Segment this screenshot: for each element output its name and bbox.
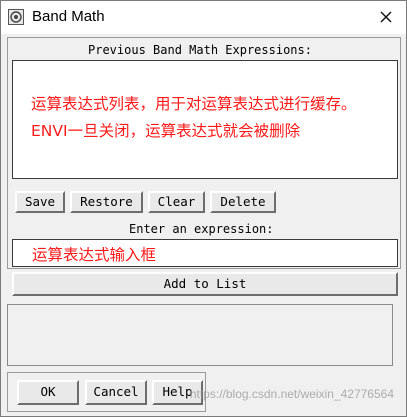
expression-input[interactable]: 运算表达式输入框 <box>12 239 398 267</box>
restore-button[interactable]: Restore <box>70 191 143 213</box>
save-button[interactable]: Save <box>15 191 65 213</box>
band-math-dialog: Band Math Previous Band Math Expressions… <box>0 0 407 417</box>
clear-button[interactable]: Clear <box>148 191 205 213</box>
cancel-button[interactable]: Cancel <box>85 380 147 405</box>
expression-list-annotation: 运算表达式列表，用于对运算表达式进行缓存。ENVI一旦关闭，运算表达式就会被删除 <box>31 95 357 140</box>
expression-input-annotation: 运算表达式输入框 <box>32 246 157 264</box>
watermark: https://blog.csdn.net/weixin_42776564 <box>189 387 394 401</box>
title-bar[interactable]: Band Math <box>1 1 406 34</box>
expression-list[interactable]: 运算表达式列表，用于对运算表达式进行缓存。ENVI一旦关闭，运算表达式就会被删除 <box>12 60 398 179</box>
delete-button[interactable]: Delete <box>210 191 276 213</box>
ok-button[interactable]: OK <box>17 380 79 405</box>
expressions-label: Previous Band Math Expressions: <box>88 43 312 57</box>
window-title: Band Math <box>32 8 105 25</box>
close-icon[interactable] <box>376 7 396 27</box>
envi-app-icon <box>8 9 24 25</box>
status-area <box>7 304 393 366</box>
add-to-list-button[interactable]: Add to List <box>12 272 398 296</box>
enter-expression-label: Enter an expression: <box>129 222 274 236</box>
